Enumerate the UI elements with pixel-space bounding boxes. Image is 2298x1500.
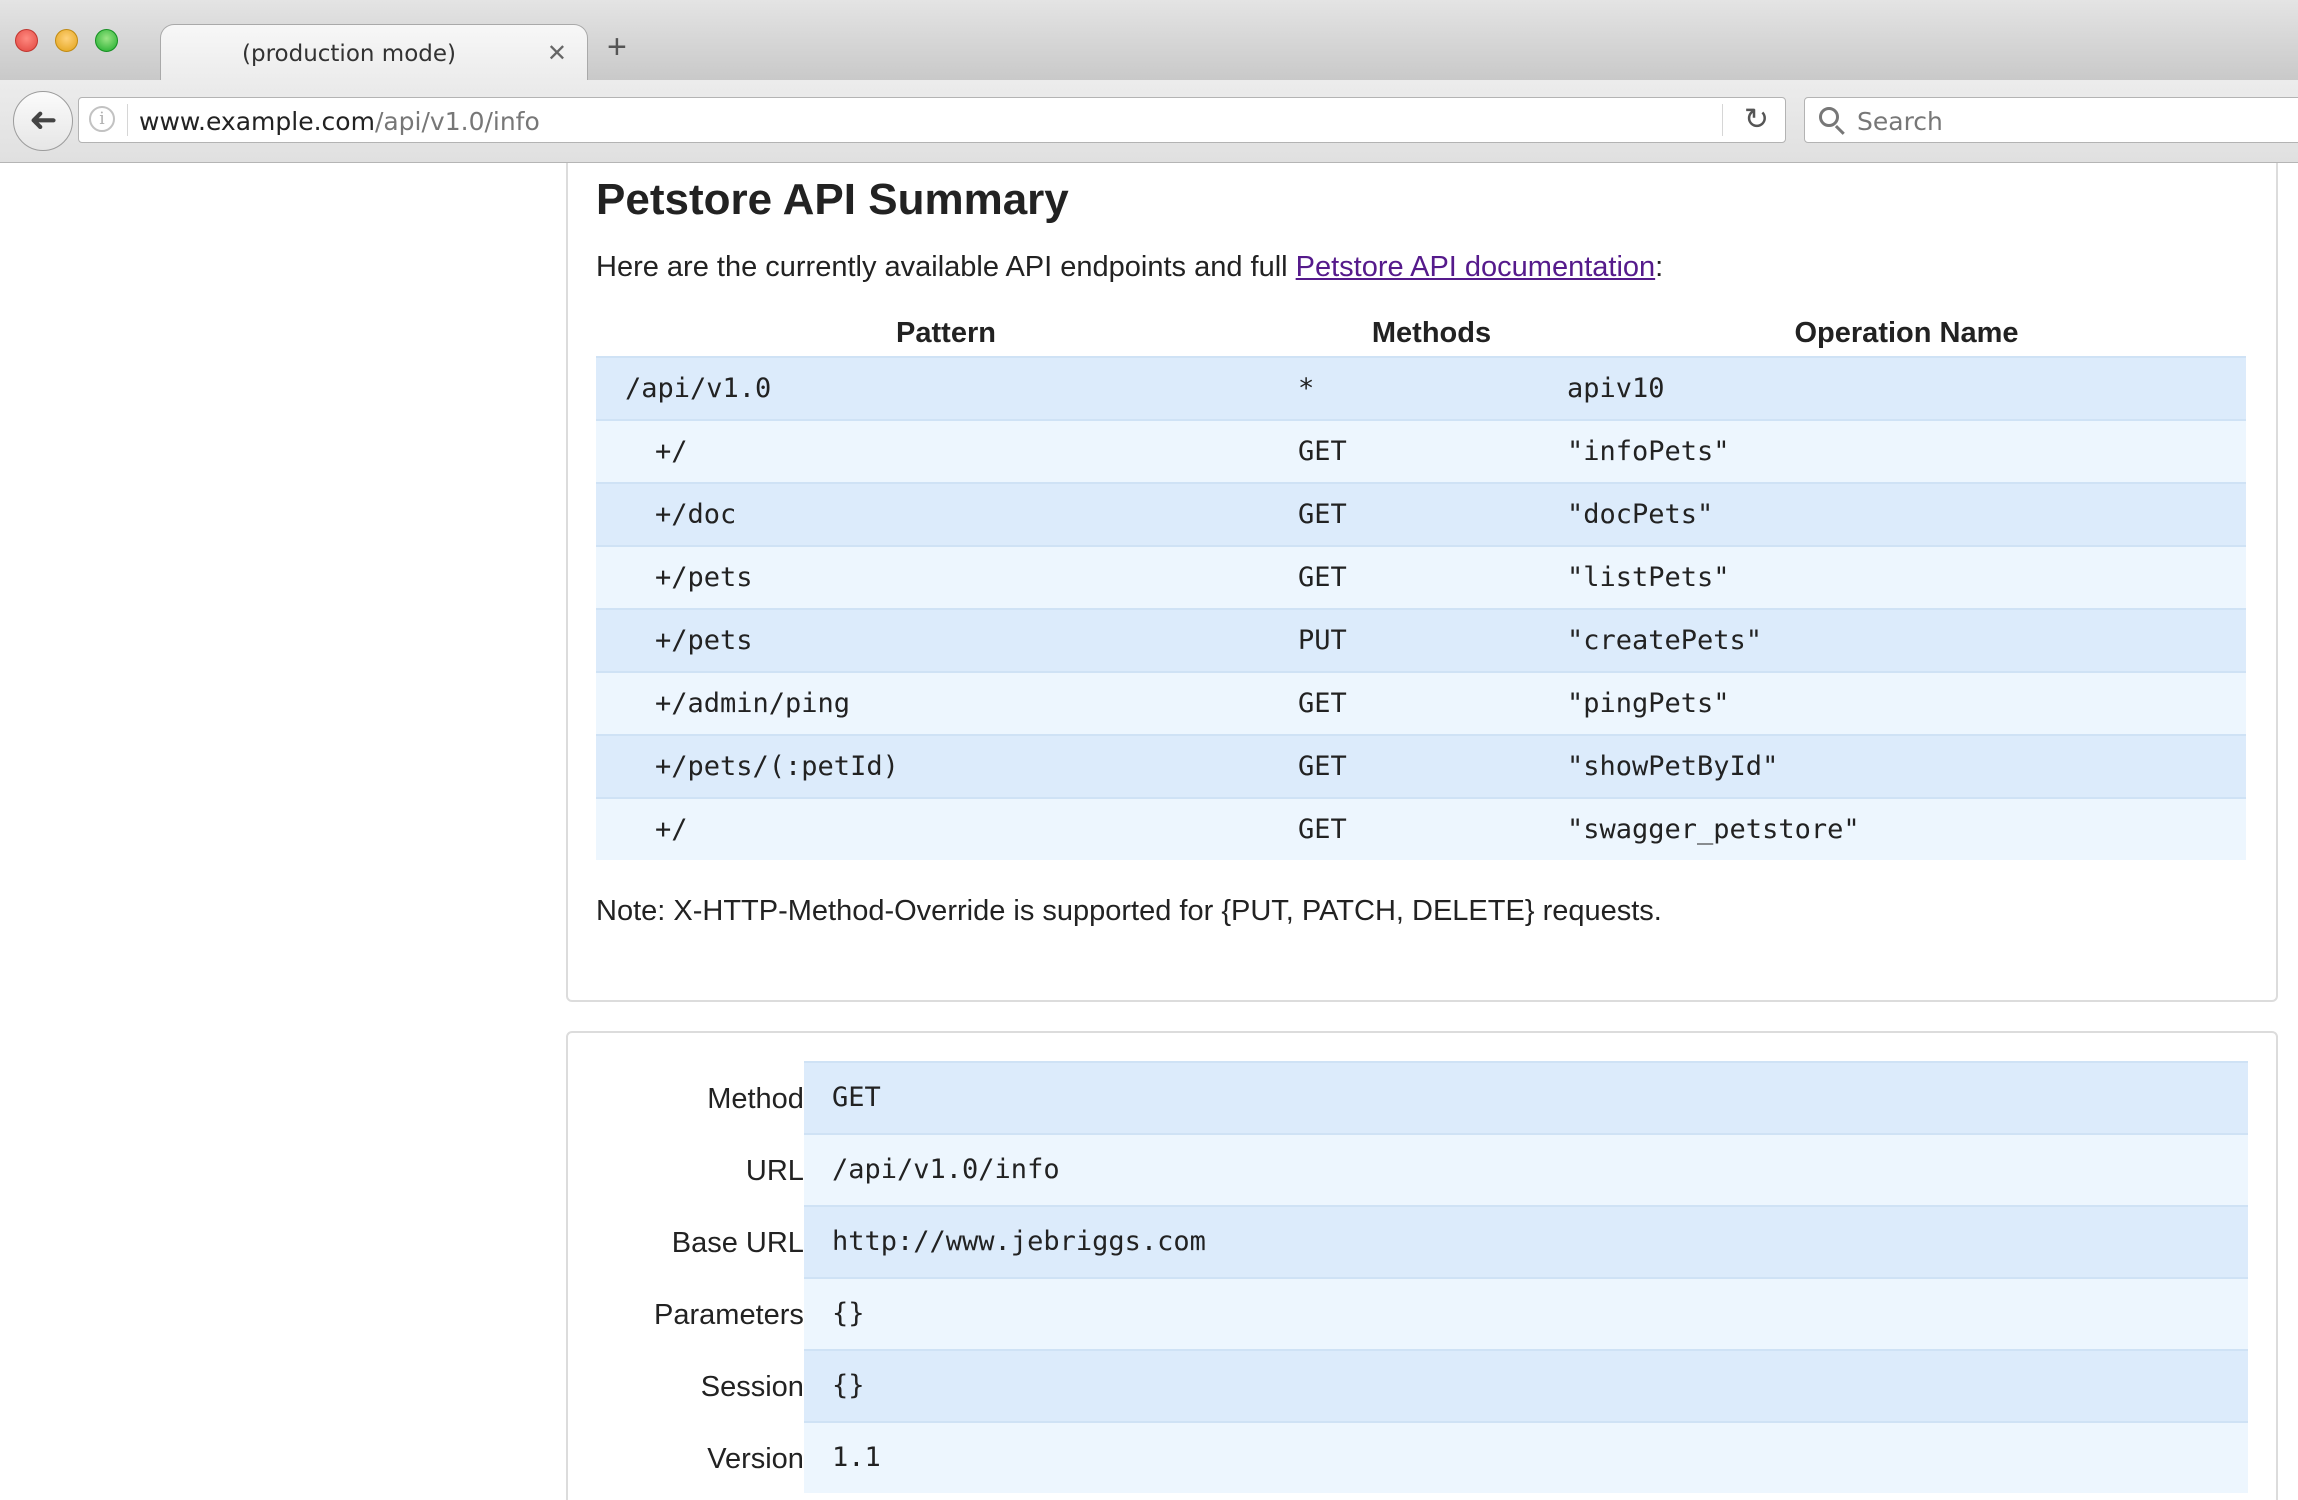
- field-label: Base URL:: [671, 1227, 812, 1259]
- field-label: URL:: [745, 1155, 812, 1187]
- operation-cell: "showPetById": [1567, 734, 2246, 798]
- column-header-methods: Methods: [1371, 317, 1492, 349]
- url-host: www.example.com: [139, 107, 375, 136]
- pattern-cell: +/pets: [596, 545, 1296, 609]
- method-cell: GET: [1296, 482, 1567, 546]
- minimize-window-button[interactable]: [55, 29, 78, 52]
- operation-cell: "createPets": [1567, 608, 2246, 672]
- column-header-operation-name: Operation Name: [1794, 317, 2019, 349]
- reload-separator: [1722, 104, 1723, 136]
- site-info-icon[interactable]: i: [89, 106, 115, 132]
- method-cell: GET: [1296, 797, 1567, 860]
- method-cell: GET: [1296, 419, 1567, 483]
- address-bar[interactable]: i www.example.com/api/v1.0/info ↻: [78, 97, 1786, 143]
- field-value: {}: [804, 1349, 2248, 1421]
- search-bar[interactable]: Search: [1804, 97, 2298, 143]
- search-icon: [1819, 107, 1839, 127]
- title-bar: (production mode) ✕ +: [0, 0, 2298, 81]
- page-viewport[interactable]: Petstore API Summary Here are the curren…: [0, 163, 2298, 1500]
- url-separator: [127, 104, 128, 136]
- back-arrow-icon: ➜: [28, 101, 58, 139]
- field-value: http://www.jebriggs.com: [804, 1205, 2248, 1277]
- operation-cell: "listPets": [1567, 545, 2246, 609]
- field-label: Method:: [707, 1083, 812, 1115]
- method-cell: *: [1296, 356, 1567, 420]
- method-override-note: Note: X-HTTP-Method-Override is supporte…: [596, 895, 1662, 927]
- method-cell: PUT: [1296, 608, 1567, 672]
- url-path: /api/v1.0/info: [374, 107, 540, 136]
- summary-intro: Here are the currently available API end…: [596, 251, 1663, 284]
- request-field-row: URL: /api/v1.0/info: [568, 1133, 2280, 1205]
- table-row: +/doc GET "docPets": [596, 482, 2246, 546]
- endpoints-table: Pattern Methods Operation Name /api/v1.0…: [596, 291, 2246, 860]
- intro-text: Here are the currently available API end…: [596, 251, 1296, 283]
- pattern-cell: /api/v1.0: [596, 356, 1296, 420]
- request-info-panel: Method: GET URL: /api/v1.0/info Base URL…: [566, 1031, 2278, 1500]
- operation-cell: "docPets": [1567, 482, 2246, 546]
- field-value: GET: [804, 1061, 2248, 1133]
- field-value: {}: [804, 1277, 2248, 1349]
- operation-cell: apiv10: [1567, 356, 2246, 420]
- request-field-row: Parameters: {}: [568, 1277, 2280, 1349]
- tab-close-icon[interactable]: ✕: [547, 39, 567, 68]
- pattern-cell: +/: [596, 419, 1296, 483]
- table-header-row: Pattern Methods Operation Name: [596, 291, 2246, 357]
- method-cell: GET: [1296, 734, 1567, 798]
- api-documentation-link[interactable]: Petstore API documentation: [1296, 251, 1656, 283]
- field-label: Version:: [707, 1443, 812, 1475]
- column-header-pattern: Pattern: [896, 317, 996, 349]
- request-field-row: Session: {}: [568, 1349, 2280, 1421]
- field-label: Session:: [700, 1371, 812, 1403]
- operation-cell: "pingPets": [1567, 671, 2246, 735]
- field-label: Parameters:: [654, 1299, 812, 1331]
- method-cell: GET: [1296, 671, 1567, 735]
- table-row: +/ GET "infoPets": [596, 419, 2246, 483]
- operation-cell: "swagger_petstore": [1567, 797, 2246, 860]
- table-row: +/pets/(:petId) GET "showPetById": [596, 734, 2246, 798]
- new-tab-button[interactable]: +: [607, 30, 627, 64]
- table-row: +/pets PUT "createPets": [596, 608, 2246, 672]
- zoom-window-button[interactable]: [95, 29, 118, 52]
- reload-icon[interactable]: ↻: [1744, 102, 1769, 137]
- tab-title: (production mode): [242, 41, 456, 67]
- field-value: /api/v1.0/info: [804, 1133, 2248, 1205]
- api-summary-panel: Petstore API Summary Here are the curren…: [566, 163, 2278, 1002]
- search-placeholder[interactable]: Search: [1857, 107, 1943, 136]
- browser-tab[interactable]: (production mode) ✕: [160, 24, 588, 81]
- table-row: /api/v1.0 * apiv10: [596, 356, 2246, 420]
- pattern-cell: +/: [596, 797, 1296, 860]
- request-field-row: Method: GET: [568, 1061, 2280, 1133]
- pattern-cell: +/admin/ping: [596, 671, 1296, 735]
- navigation-toolbar: ➜ i www.example.com/api/v1.0/info ↻ Sear…: [0, 80, 2298, 163]
- table-row: +/pets GET "listPets": [596, 545, 2246, 609]
- operation-cell: "infoPets": [1567, 419, 2246, 483]
- table-row: +/ GET "swagger_petstore": [596, 797, 2246, 860]
- back-button[interactable]: ➜: [13, 91, 73, 151]
- pattern-cell: +/doc: [596, 482, 1296, 546]
- field-value: 1.1: [804, 1421, 2248, 1493]
- method-cell: GET: [1296, 545, 1567, 609]
- pattern-cell: +/pets/(:petId): [596, 734, 1296, 798]
- pattern-cell: +/pets: [596, 608, 1296, 672]
- intro-suffix: :: [1655, 251, 1664, 283]
- page-title: Petstore API Summary: [596, 175, 1069, 224]
- request-field-row: Base URL: http://www.jebriggs.com: [568, 1205, 2280, 1277]
- request-field-row: Version: 1.1: [568, 1421, 2280, 1493]
- table-row: +/admin/ping GET "pingPets": [596, 671, 2246, 735]
- close-window-button[interactable]: [15, 29, 38, 52]
- url-text[interactable]: www.example.com/api/v1.0/info: [139, 107, 540, 136]
